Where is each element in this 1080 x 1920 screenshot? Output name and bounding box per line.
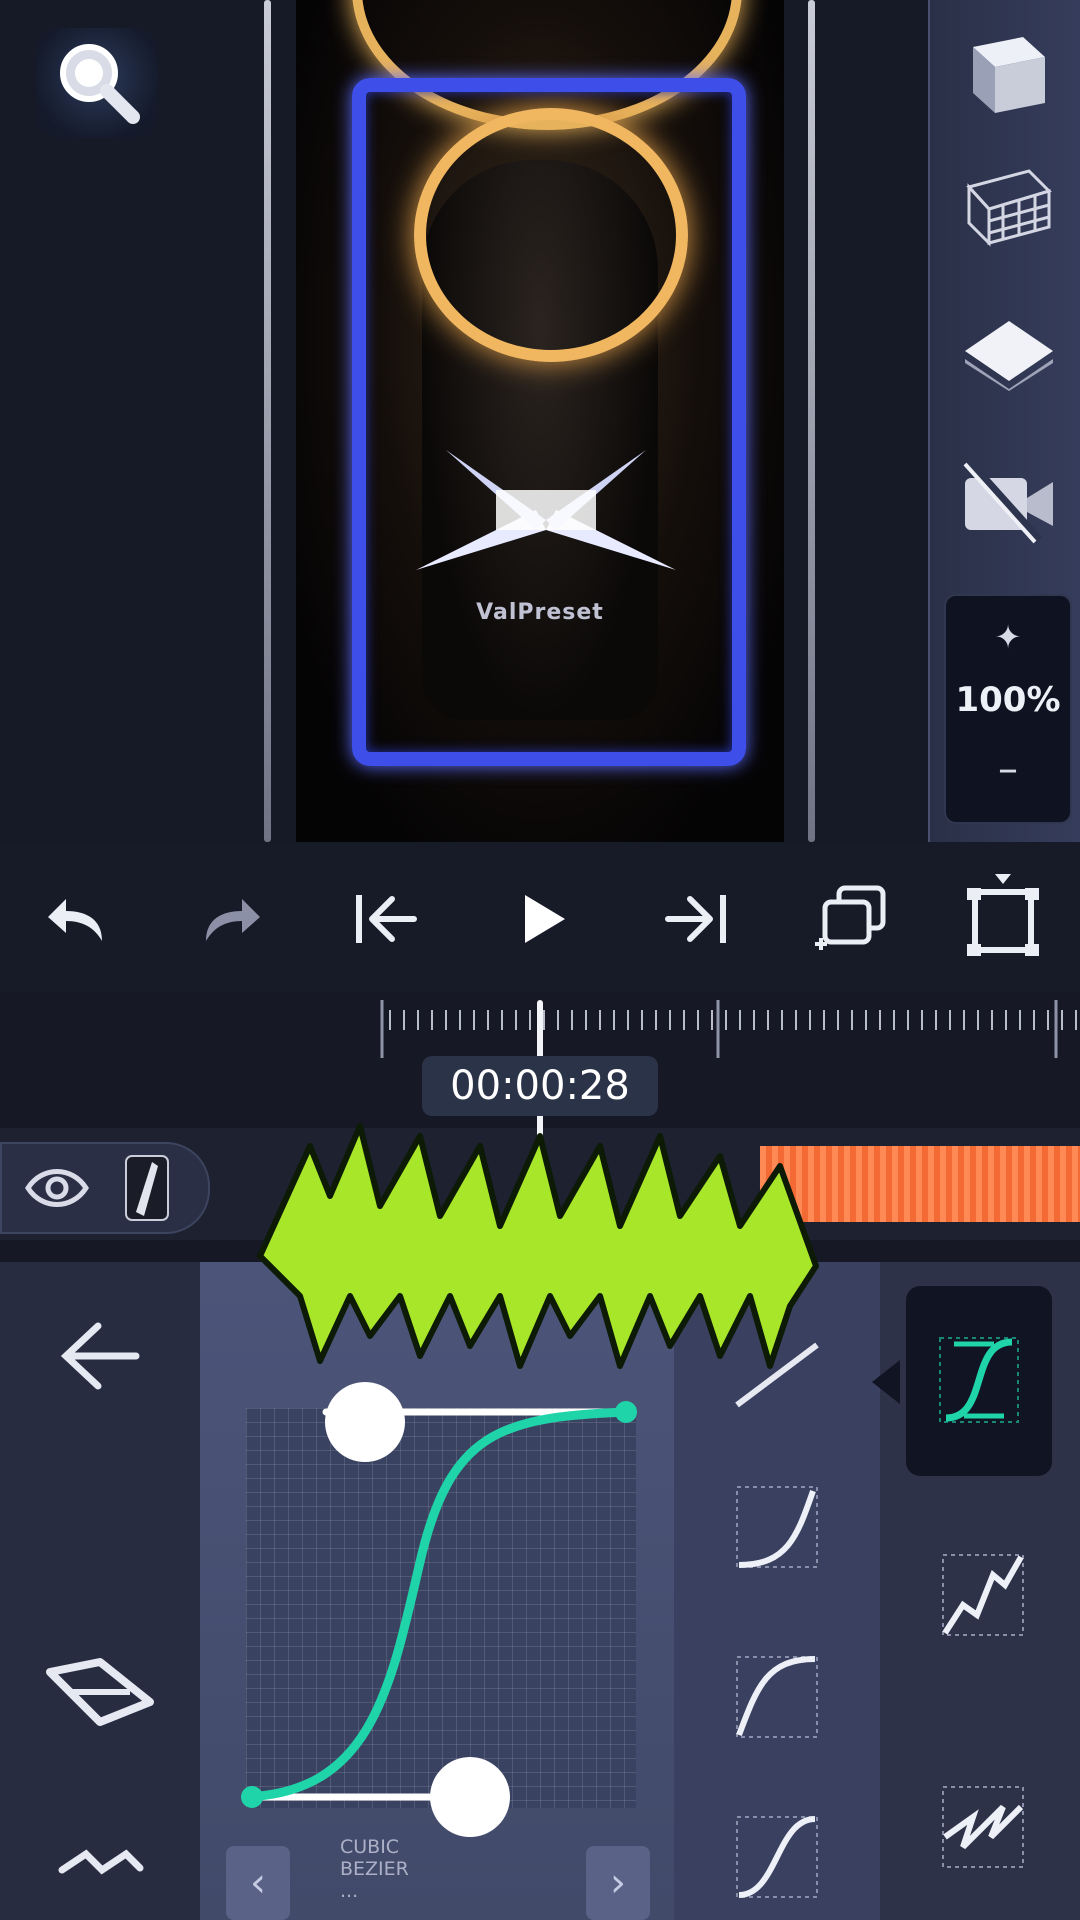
layer-button[interactable] bbox=[954, 296, 1064, 406]
timeline-rail-left bbox=[264, 0, 271, 842]
play-button[interactable] bbox=[496, 874, 586, 964]
handle-start-control[interactable] bbox=[325, 1382, 405, 1462]
back-arrow-icon bbox=[60, 1322, 140, 1390]
crop-icon bbox=[967, 874, 1039, 956]
curve-endpoint[interactable] bbox=[615, 1401, 637, 1423]
timeline-rail-right bbox=[808, 0, 815, 842]
ease-out-curve-icon bbox=[736, 1656, 818, 1738]
options-button[interactable] bbox=[56, 1840, 146, 1890]
opacity-value: 100% bbox=[955, 680, 1061, 720]
preset-selected[interactable] bbox=[906, 1286, 1052, 1476]
curve-type-line-1: CUBIC bbox=[340, 1836, 400, 1858]
skip-end-icon bbox=[665, 895, 726, 943]
time-ruler[interactable] bbox=[380, 992, 1080, 1062]
ease-in-out-curve-icon bbox=[736, 1816, 818, 1898]
selection-pointer bbox=[872, 1360, 900, 1404]
clip-thumbnail-icon bbox=[125, 1155, 169, 1221]
no-camera-icon bbox=[963, 458, 1053, 544]
playback-toolbar bbox=[0, 842, 1080, 992]
preset-ease-in[interactable] bbox=[722, 1472, 832, 1582]
track-thumbnail[interactable] bbox=[122, 1152, 172, 1224]
copy-icon bbox=[815, 885, 886, 950]
elastic-curve-icon bbox=[942, 1786, 1024, 1868]
layer-icon bbox=[965, 321, 1053, 391]
3d-cube-icon bbox=[973, 37, 1045, 113]
undo-button[interactable] bbox=[32, 874, 122, 964]
sparkle-icon: ✦ bbox=[994, 618, 1022, 656]
redo-icon bbox=[206, 899, 260, 941]
preset-bounce[interactable] bbox=[928, 1540, 1038, 1650]
brand-logo-graphic bbox=[257, 1123, 819, 1369]
video-preview[interactable]: ValPreset bbox=[296, 0, 784, 842]
bounce-curve-icon bbox=[942, 1554, 1024, 1636]
eye-icon bbox=[25, 1169, 89, 1207]
preset-elastic[interactable] bbox=[928, 1772, 1038, 1882]
crop-button[interactable] bbox=[958, 874, 1048, 964]
link-icon bbox=[46, 1658, 154, 1726]
camera-off-button[interactable] bbox=[954, 444, 1064, 554]
easing-left-column bbox=[0, 1262, 200, 1920]
redo-button[interactable] bbox=[186, 874, 276, 964]
search-icon bbox=[60, 44, 140, 124]
next-preset-button[interactable]: › bbox=[586, 1846, 650, 1920]
curve-type-label: CUBIC BEZIER ... bbox=[340, 1836, 540, 1902]
curve-type-line-3: ... bbox=[340, 1880, 359, 1902]
handle-end-control[interactable] bbox=[430, 1757, 510, 1837]
custom-curve-icon bbox=[939, 1337, 1019, 1423]
track-controls bbox=[0, 1142, 210, 1234]
play-icon bbox=[525, 895, 565, 943]
preview-watermark: ValPreset bbox=[476, 600, 604, 625]
opacity-control[interactable]: ✦ 100% – bbox=[944, 594, 1072, 824]
right-tool-panel: ✦ 100% – bbox=[928, 0, 1080, 842]
preview-x-logo bbox=[416, 450, 676, 570]
skip-end-button[interactable] bbox=[652, 874, 742, 964]
curve-startpoint[interactable] bbox=[241, 1786, 263, 1808]
grid-icon bbox=[966, 169, 1052, 247]
minus-icon[interactable]: – bbox=[946, 746, 1070, 792]
back-button[interactable] bbox=[56, 1316, 146, 1396]
preset-ease-out[interactable] bbox=[722, 1642, 832, 1752]
curve-type-line-2: BEZIER bbox=[340, 1858, 409, 1880]
grid-button[interactable] bbox=[954, 148, 1064, 258]
duplicate-button[interactable] bbox=[806, 874, 896, 964]
preview-frame-border bbox=[352, 78, 746, 766]
prev-preset-button[interactable]: ‹ bbox=[226, 1846, 290, 1920]
preset-ease-in-out[interactable] bbox=[722, 1802, 832, 1912]
search-button[interactable] bbox=[36, 28, 158, 138]
3d-cube-button[interactable] bbox=[954, 18, 1064, 128]
link-button[interactable] bbox=[40, 1642, 160, 1742]
skip-start-button[interactable] bbox=[340, 874, 430, 964]
undo-icon bbox=[48, 899, 102, 941]
ease-in-curve-icon bbox=[736, 1486, 818, 1568]
visibility-button[interactable] bbox=[24, 1158, 90, 1218]
wave-icon bbox=[58, 1849, 144, 1875]
skip-start-icon bbox=[356, 895, 417, 943]
